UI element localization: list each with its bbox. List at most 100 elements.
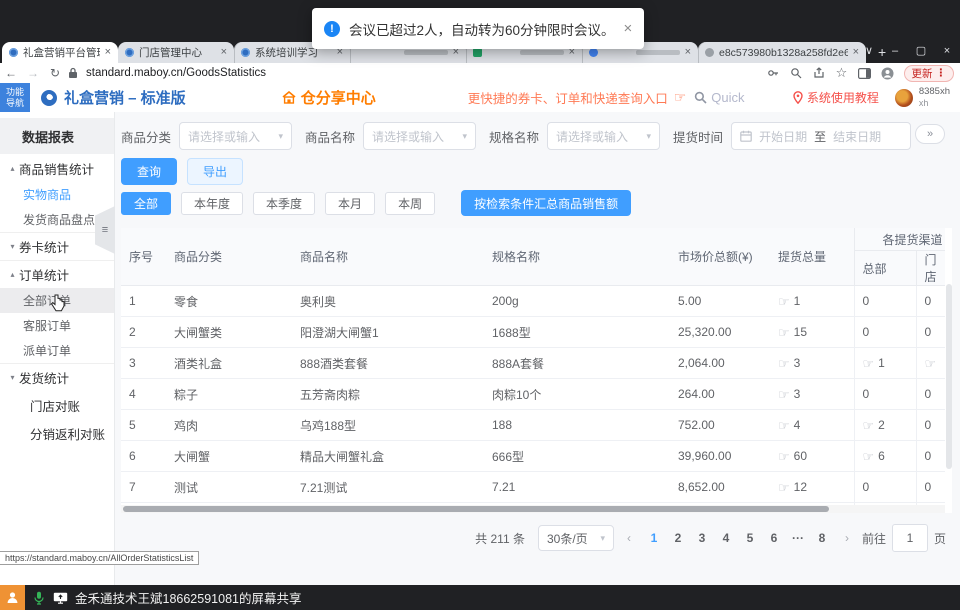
filter-select[interactable]: 请选择或输入 [179, 122, 292, 150]
table-vertical-scrollbar[interactable] [946, 284, 952, 469]
col-header-hq: 总部 [854, 251, 916, 286]
cell-category: 零食 [166, 286, 292, 317]
sidebar-item[interactable]: 商品销售统计 [0, 154, 114, 182]
function-nav-button[interactable]: 功能导航 [0, 83, 30, 112]
sidebar-item[interactable]: 派单订单 [0, 338, 114, 363]
date-range-input[interactable]: 开始日期 至 结束日期 [731, 122, 911, 150]
quick-entry-promo[interactable]: 更快捷的券卡、订单和快递查询入口 [468, 88, 687, 107]
pickup-hand-icon[interactable] [778, 419, 790, 432]
store-hand-icon[interactable] [925, 357, 937, 370]
bookmark-star-icon[interactable] [835, 66, 849, 80]
sidebar-item[interactable]: 数据报表 [0, 118, 114, 154]
total-count: 共 211 条 [475, 530, 525, 547]
pickup-hand-icon[interactable] [778, 388, 790, 401]
cell-store: 0 [916, 317, 945, 348]
tab-title-placeholder [404, 50, 448, 55]
sidebar-item[interactable]: 门店对账 [0, 391, 114, 419]
side-panel-icon[interactable] [858, 66, 872, 80]
table-horizontal-scrollbar[interactable] [121, 505, 945, 513]
page-number[interactable]: 3 [692, 531, 712, 545]
password-key-icon[interactable] [766, 66, 780, 80]
sidebar-item-label: 数据报表 [22, 127, 74, 146]
browser-tab[interactable]: 礼盒营销平台管理中心 [2, 42, 118, 63]
cell-amount: 752.00 [670, 410, 770, 441]
hq-hand-icon[interactable] [863, 450, 875, 463]
tutorial-link[interactable]: 系统使用教程 [793, 89, 879, 106]
tab-close-icon[interactable] [685, 47, 691, 58]
screen-share-icon[interactable] [53, 592, 68, 604]
table-row: 3 酒类礼盒 888酒类套餐 888A套餐 2,064.00 3 1 [121, 348, 945, 379]
page-number[interactable]: 5 [740, 531, 760, 545]
quick-search[interactable]: Quick [694, 90, 744, 105]
share-center-link[interactable]: 仓分享中心 [282, 87, 376, 108]
pickup-hand-icon[interactable] [778, 295, 790, 308]
page-number[interactable]: 8 [812, 531, 832, 545]
prev-page-icon[interactable] [627, 531, 631, 545]
tab-close-icon[interactable] [105, 47, 111, 58]
page-size-select[interactable]: 30条/页 [538, 525, 614, 551]
tab-close-icon[interactable] [853, 47, 859, 58]
cell-pickup-total: 1 [770, 286, 854, 317]
lock-icon[interactable] [66, 66, 80, 80]
sidebar-item[interactable]: 发货统计 [0, 363, 114, 391]
pickup-hand-icon[interactable] [778, 326, 790, 339]
sidebar-item[interactable]: 分销返利对账 [0, 419, 114, 447]
warehouse-icon [282, 91, 296, 104]
info-icon [324, 21, 340, 37]
browser-tab[interactable]: 门店管理中心 [118, 42, 234, 63]
browser-tab[interactable]: e8c573980b1328a258fd2e6f8 [698, 42, 866, 63]
cell-category: 大闸蟹类 [166, 317, 292, 348]
time-range-pill[interactable]: 本月 [325, 192, 375, 215]
page-number[interactable]: 4 [716, 531, 736, 545]
pickup-hand-icon[interactable] [778, 450, 790, 463]
sidebar-item[interactable]: 订单统计 [0, 260, 114, 288]
filter-select[interactable]: 请选择或输入 [363, 122, 476, 150]
tab-close-icon[interactable] [221, 47, 227, 58]
pickup-hand-icon[interactable] [778, 481, 790, 494]
window-close-icon[interactable] [940, 45, 954, 57]
taskbar-person-icon[interactable] [0, 585, 25, 610]
time-range-pill[interactable]: 本周 [385, 192, 435, 215]
reload-icon[interactable] [44, 66, 66, 80]
back-icon[interactable] [0, 66, 22, 80]
forward-icon[interactable] [22, 66, 44, 80]
sidebar-item-label: 门店对账 [30, 396, 80, 415]
expand-filters-button[interactable] [915, 124, 945, 144]
toast-close-icon[interactable]: × [624, 20, 633, 37]
share-icon[interactable] [812, 66, 826, 80]
filter-bar: 商品分类 请选择或输入 商品名称 请选择或输入 规格名称 请选择或输入 [121, 122, 924, 150]
col-header-channel-group: 各提货渠道 [854, 228, 945, 251]
hq-hand-icon[interactable] [863, 419, 875, 432]
summary-button[interactable]: 按检索条件汇总商品销售额 [461, 190, 631, 216]
microphone-icon[interactable] [34, 591, 44, 605]
window-maximize-icon[interactable] [914, 44, 928, 57]
cell-amount: 39,960.00 [670, 441, 770, 472]
page-number[interactable]: 2 [668, 531, 688, 545]
user-avatar[interactable] [895, 89, 913, 107]
filter-field: 商品分类 请选择或输入 [121, 122, 292, 150]
page-number[interactable]: ··· [788, 531, 808, 545]
export-button[interactable]: 导出 [187, 158, 243, 185]
next-page-icon[interactable] [845, 531, 849, 545]
cell-spec: 1688型 [484, 317, 670, 348]
browser-update-button[interactable]: 更新 [904, 65, 955, 82]
address-bar[interactable]: standard.maboy.cn/GoodsStatistics [86, 67, 266, 79]
tab-search-icon[interactable] [862, 44, 876, 57]
hq-hand-icon[interactable] [863, 357, 875, 370]
time-range-pill[interactable]: 全部 [121, 192, 171, 215]
filter-select[interactable]: 请选择或输入 [547, 122, 660, 150]
time-range-pill[interactable]: 本季度 [253, 192, 315, 215]
page-number[interactable]: 6 [764, 531, 784, 545]
meeting-toast: 会议已超过2人，自动转为60分钟限时会议。 × [312, 8, 644, 49]
cell-name: 奥利奥 [292, 286, 484, 317]
profile-icon[interactable] [881, 66, 895, 80]
tab-favicon-icon [125, 48, 134, 57]
window-minimize-icon[interactable] [888, 45, 902, 57]
search-button[interactable]: 查询 [121, 158, 177, 185]
goto-page-input[interactable] [892, 524, 928, 552]
time-range-pill[interactable]: 本年度 [181, 192, 243, 215]
zoom-icon[interactable] [789, 66, 803, 80]
sidebar-item[interactable]: 实物商品 [0, 182, 114, 207]
pickup-hand-icon[interactable] [778, 357, 790, 370]
page-number[interactable]: 1 [644, 531, 664, 545]
